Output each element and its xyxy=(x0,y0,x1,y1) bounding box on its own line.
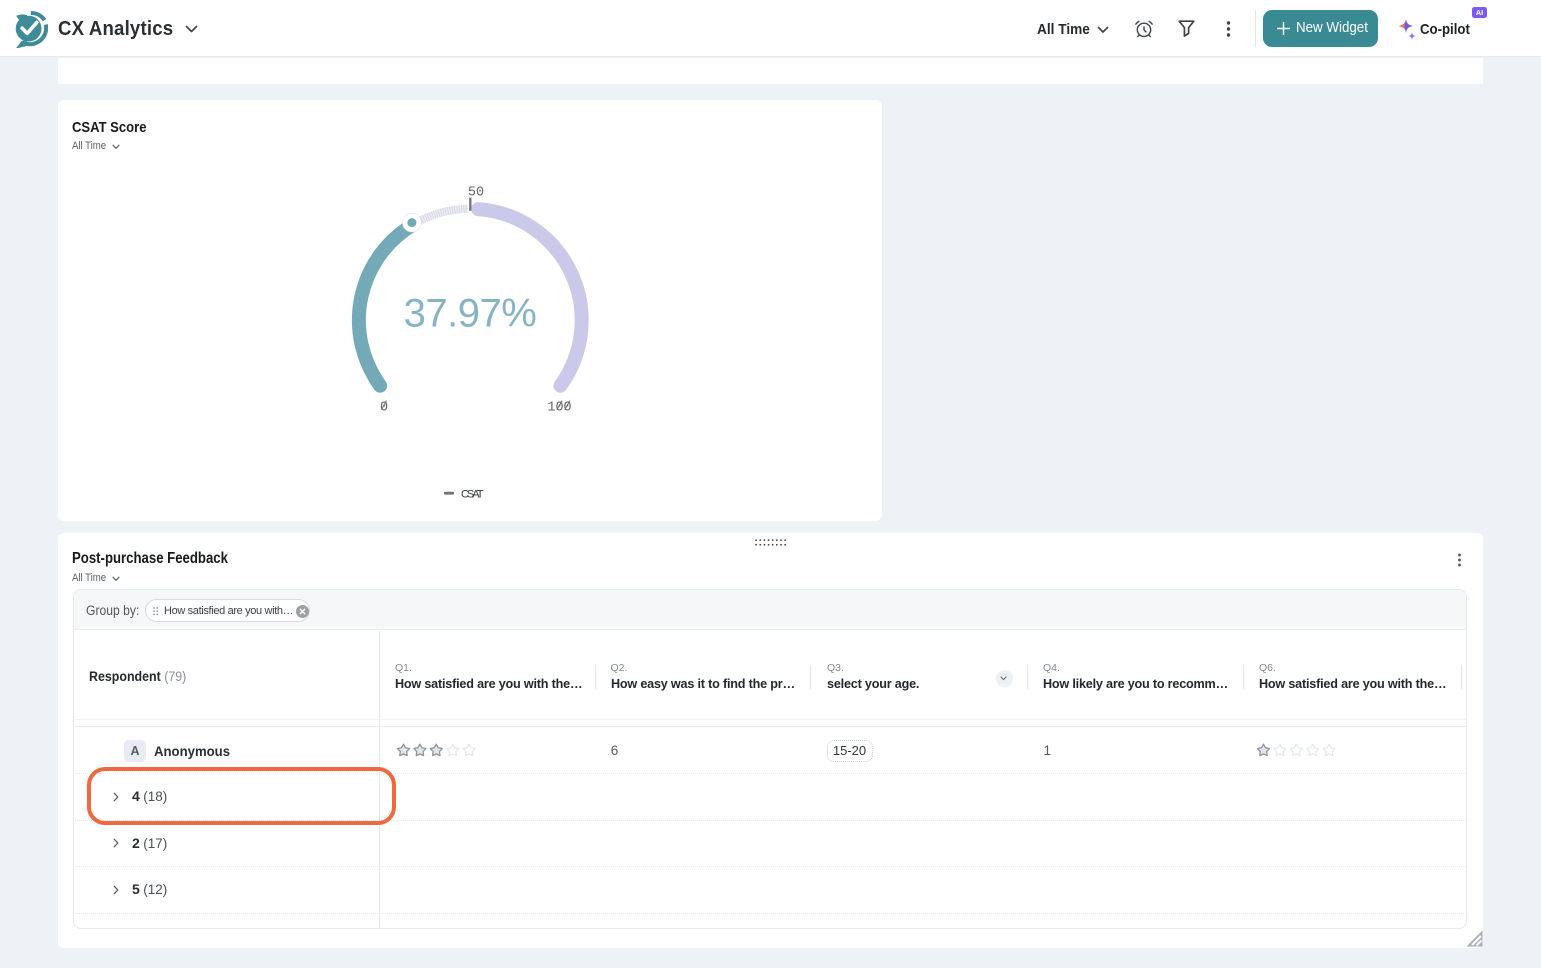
svg-text:0: 0 xyxy=(380,401,388,416)
svg-text:CSAT: CSAT xyxy=(461,489,484,501)
svg-text:100: 100 xyxy=(547,401,571,416)
svg-text:50: 50 xyxy=(468,186,484,201)
svg-text:37.97%: 37.97% xyxy=(404,292,537,336)
